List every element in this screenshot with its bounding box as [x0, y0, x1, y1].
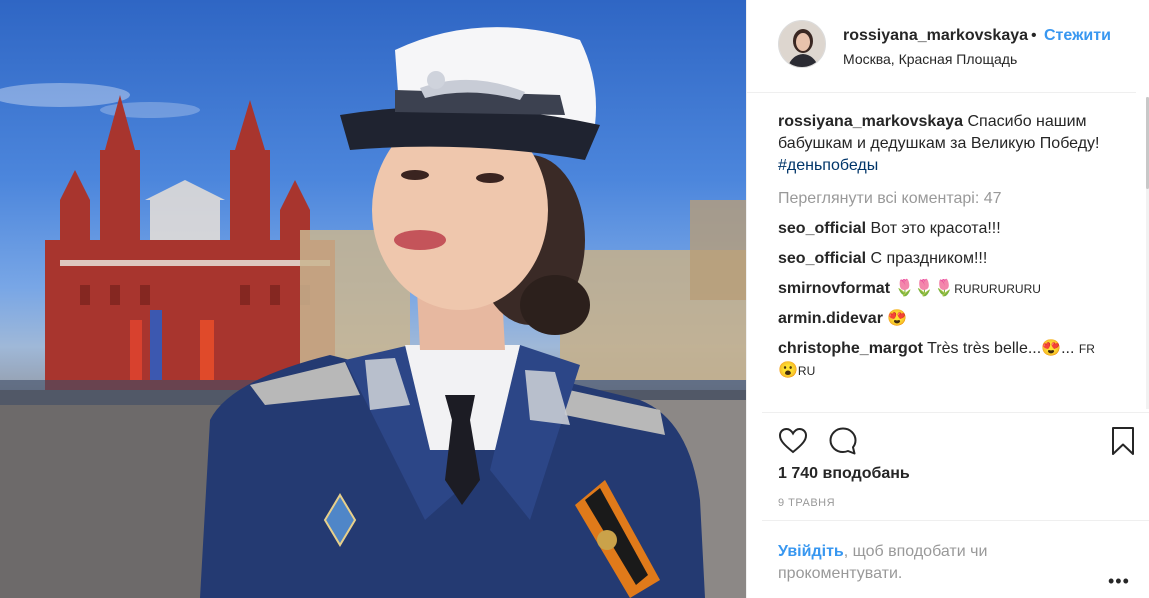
- comment-item: smirnovformat 🌷🌷🌷RURURURURU: [778, 278, 1118, 300]
- post-image-illustration: [0, 27, 746, 598]
- login-prompt: Увійдіть, щоб вподобати чи прокоментуват…: [778, 541, 1078, 585]
- view-all-comments-link[interactable]: Переглянути всі коментарі: 47: [778, 188, 1118, 210]
- bookmark-icon[interactable]: [1107, 425, 1139, 457]
- caption-username[interactable]: rossiyana_markovskaya: [778, 113, 963, 130]
- hashtag-link[interactable]: #деньпобеды: [778, 155, 1118, 177]
- follow-button[interactable]: Стежити: [1044, 27, 1111, 45]
- comment-text-tail: FR: [1078, 342, 1095, 356]
- comments-list: rossiyana_markovskaya Спасибо нашим бабу…: [778, 111, 1118, 411]
- likes-count[interactable]: 1 740 вподобань: [778, 465, 910, 483]
- comment-item: christophe_margot Très très belle...😍...…: [778, 338, 1118, 382]
- more-options-icon[interactable]: •••: [1108, 571, 1130, 592]
- comment-text-line2-tail: RU: [797, 364, 816, 378]
- comment-item: seo_official Вот это красота!!!: [778, 218, 1118, 240]
- avatar[interactable]: [778, 20, 826, 68]
- post-header: rossiyana_markovskaya • Стежити Москва, …: [747, 0, 1136, 93]
- comment-icon[interactable]: [827, 425, 859, 457]
- heart-icon[interactable]: [777, 425, 809, 457]
- post-caption: rossiyana_markovskaya Спасибо нашим бабу…: [778, 111, 1118, 177]
- location-link[interactable]: Москва, Красная Площадь: [843, 51, 1017, 67]
- login-footer: Увійдіть, щоб вподобати чи прокоментуват…: [762, 520, 1149, 598]
- separator-dot: •: [1031, 27, 1037, 44]
- header-username-link[interactable]: rossiyana_markovskaya: [843, 27, 1028, 45]
- comment-item: seo_official С праздником!!!: [778, 248, 1118, 270]
- comment-text-tail: RURURURURU: [954, 282, 1041, 296]
- comment-text: Вот это красота!!!: [870, 220, 1001, 237]
- comment-username[interactable]: seo_official: [778, 220, 866, 237]
- comment-username[interactable]: armin.didevar: [778, 310, 883, 327]
- comment-username[interactable]: smirnovformat: [778, 280, 890, 297]
- post-actions: 1 740 вподобань 9 ТРАВНЯ: [762, 412, 1149, 530]
- comment-text: 😍: [887, 310, 908, 327]
- post-details-panel: rossiyana_markovskaya • Стежити Москва, …: [746, 0, 1149, 598]
- comment-text: Très très belle...😍...: [927, 340, 1075, 357]
- login-link[interactable]: Увійдіть: [778, 543, 844, 560]
- post-date[interactable]: 9 ТРАВНЯ: [778, 497, 835, 509]
- comment-text: С праздником!!!: [870, 250, 988, 267]
- comment-text: 🌷🌷🌷: [894, 280, 955, 297]
- comment-item: armin.didevar 😍: [778, 308, 1118, 330]
- comment-username[interactable]: seo_official: [778, 250, 866, 267]
- comment-username[interactable]: christophe_margot: [778, 340, 923, 357]
- comment-text-line2: 😮: [778, 362, 798, 379]
- post-photo[interactable]: [0, 0, 746, 598]
